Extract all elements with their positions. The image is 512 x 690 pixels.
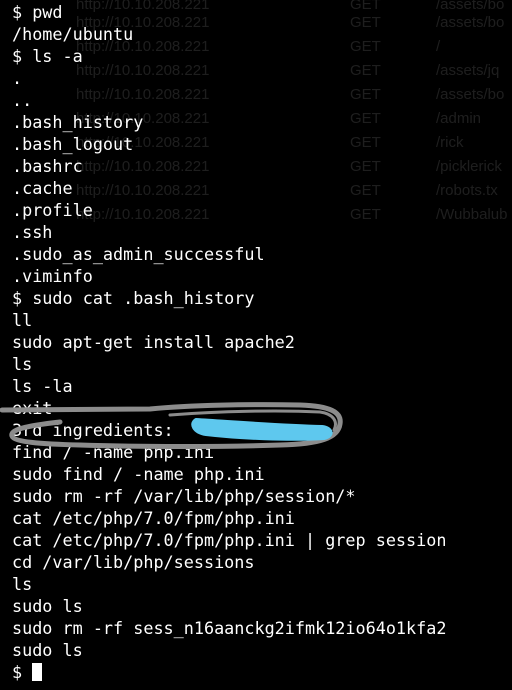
terminal-line: sudo apt-get install apache2 bbox=[12, 332, 295, 352]
terminal-line: .viminfo bbox=[12, 266, 93, 286]
terminal-line: /home/ubuntu bbox=[12, 24, 134, 44]
terminal-line: .bash_logout bbox=[12, 134, 134, 154]
terminal-line: exit bbox=[12, 398, 53, 418]
terminal-line: .ssh bbox=[12, 222, 53, 242]
terminal-line: $ ls -a bbox=[12, 46, 83, 66]
terminal-line: cd /var/lib/php/sessions bbox=[12, 552, 255, 572]
terminal-prompt-line[interactable]: $ bbox=[12, 661, 446, 683]
ghost-path: /Wubbalub bbox=[436, 206, 508, 223]
terminal-window[interactable]: http://10.10.208.221 GET /assets/bo http… bbox=[0, 0, 512, 690]
terminal-line: cat /etc/php/7.0/fpm/php.ini bbox=[12, 508, 295, 528]
terminal-line: sudo ls bbox=[12, 596, 83, 616]
terminal-line: ls bbox=[12, 574, 33, 594]
terminal-line: sudo ls bbox=[12, 640, 83, 660]
text-cursor bbox=[32, 663, 43, 681]
terminal-line: ls bbox=[12, 354, 33, 374]
terminal-line: ll bbox=[12, 310, 33, 330]
terminal-line: sudo find / -name php.ini bbox=[12, 464, 265, 484]
terminal-line: $ sudo cat .bash_history bbox=[12, 288, 255, 308]
terminal-line: .profile bbox=[12, 200, 93, 220]
terminal-line: . bbox=[12, 68, 23, 88]
terminal-line: .bashrc bbox=[12, 156, 83, 176]
terminal-line: cat /etc/php/7.0/fpm/php.ini | grep sess… bbox=[12, 530, 447, 550]
terminal-output[interactable]: $ pwd /home/ubuntu $ ls -a . .. .bash_hi… bbox=[12, 1, 446, 683]
terminal-line: ls -la bbox=[12, 376, 73, 396]
terminal-line: .sudo_as_admin_successful bbox=[12, 244, 265, 264]
terminal-line: 3rd ingredients: bbox=[12, 420, 174, 440]
terminal-line: $ pwd bbox=[12, 2, 63, 22]
terminal-line: .cache bbox=[12, 178, 73, 198]
terminal-line: find / -name php.ini bbox=[12, 442, 215, 462]
terminal-line: sudo rm -rf /var/lib/php/session/* bbox=[12, 486, 356, 506]
terminal-line: .. bbox=[12, 90, 33, 110]
terminal-line: sudo rm -rf sess_n16aanckg2ifmk12io64o1k… bbox=[12, 618, 447, 638]
prompt-symbol: $ bbox=[12, 662, 33, 682]
terminal-line: .bash_history bbox=[12, 112, 144, 132]
